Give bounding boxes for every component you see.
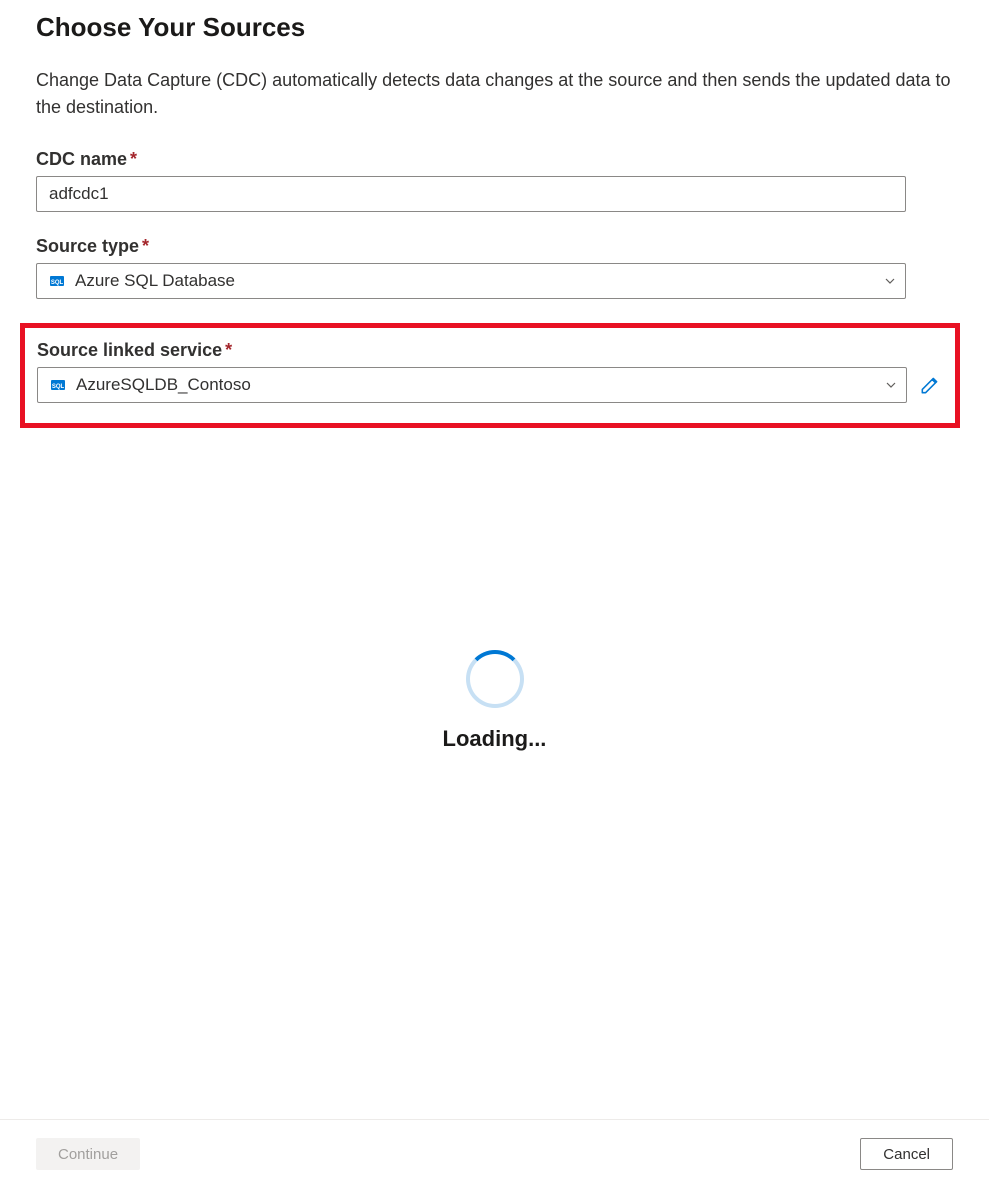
source-linked-service-field: Source linked service* SQL AzureSQLDB_Co… (37, 340, 943, 403)
cdc-name-field: CDC name* (36, 149, 953, 212)
source-linked-service-select[interactable]: SQL AzureSQLDB_Contoso (37, 367, 907, 403)
spinner-icon (466, 650, 524, 708)
source-linked-service-label: Source linked service* (37, 340, 943, 361)
source-linked-service-highlight: Source linked service* SQL AzureSQLDB_Co… (20, 323, 960, 428)
sql-database-icon: SQL (50, 377, 66, 393)
required-indicator: * (142, 236, 149, 256)
edit-linked-service-button[interactable] (917, 372, 943, 398)
required-indicator: * (130, 149, 137, 169)
loading-text: Loading... (443, 726, 547, 752)
source-type-label: Source type* (36, 236, 953, 257)
chevron-down-icon (883, 274, 897, 288)
source-type-select[interactable]: SQL Azure SQL Database (36, 263, 906, 299)
continue-button[interactable]: Continue (36, 1138, 140, 1170)
source-type-value: Azure SQL Database (75, 271, 873, 291)
cdc-name-label: CDC name* (36, 149, 953, 170)
loading-indicator: Loading... (0, 650, 989, 752)
source-type-field: Source type* SQL Azure SQL Database (36, 236, 953, 299)
svg-text:SQL: SQL (52, 384, 65, 390)
svg-text:SQL: SQL (51, 280, 64, 286)
required-indicator: * (225, 340, 232, 360)
cdc-name-input[interactable] (36, 176, 906, 212)
footer: Continue Cancel (0, 1119, 989, 1194)
source-linked-service-value: AzureSQLDB_Contoso (76, 375, 874, 395)
page-description: Change Data Capture (CDC) automatically … (36, 67, 953, 121)
chevron-down-icon (884, 378, 898, 392)
sql-database-icon: SQL (49, 273, 65, 289)
page-title: Choose Your Sources (36, 12, 953, 43)
cancel-button[interactable]: Cancel (860, 1138, 953, 1170)
pencil-icon (919, 374, 941, 396)
